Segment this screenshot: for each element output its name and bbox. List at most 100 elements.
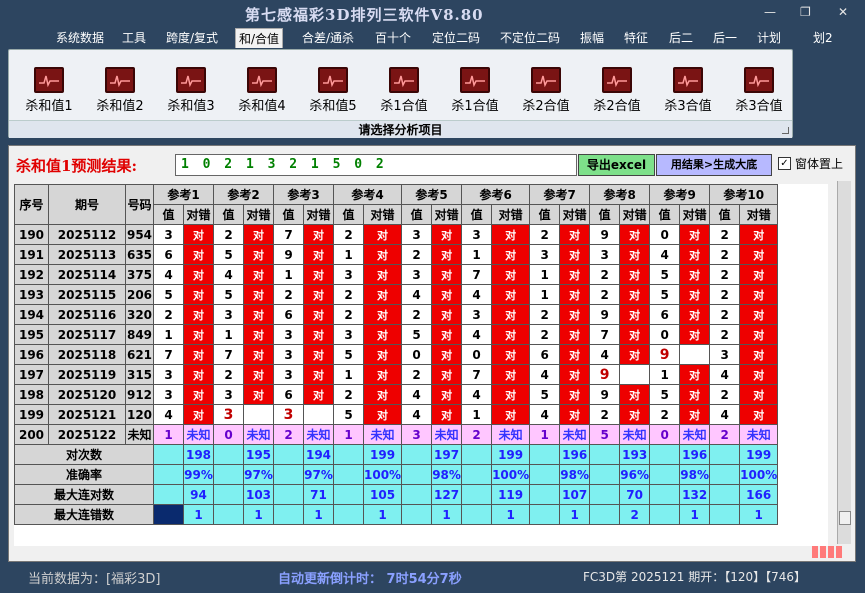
ribbon-expand-icon[interactable]: [782, 127, 789, 134]
table-row[interactable]: 197 2025119 315 3 对 2 对 3 对 1 对 2 对 7 对 4 对 9 1 对 4 对: [14, 364, 779, 385]
table-row[interactable]: 198 2025120 912 3 对 3 对 6 对 2 对 4 对 4 对 5 对 9 对 5 对 2 对: [14, 384, 779, 405]
ref-result-hit: 对: [679, 264, 711, 285]
table-row[interactable]: 192 2025114 375 4 对 4 对 1 对 3 对 3 对 7 对 1 对 2 对 5 对 2 对: [14, 264, 779, 285]
predict-value: 0: [649, 424, 681, 445]
subheader-result: 对错: [679, 204, 711, 225]
menu-diff[interactable]: 合差/通杀: [299, 28, 357, 48]
menu-last2[interactable]: 后二: [666, 28, 696, 48]
latest-issue-status: FC3D第 2025121 期开：【120】【746】: [583, 570, 807, 584]
ref-value: 2: [709, 324, 741, 345]
table-row[interactable]: 199 2025121 120 4 对 3 3 5 对 4 对 1 对 4 对 2 对 2 对 4 对: [14, 404, 779, 425]
subheader-value: 值: [333, 204, 364, 225]
ref-value: 2: [709, 264, 741, 285]
stats-value: 127: [431, 484, 463, 505]
ref-value: 4: [529, 404, 561, 425]
menu-tools[interactable]: 工具: [119, 28, 149, 48]
ref-value: 4: [213, 264, 244, 285]
close-icon[interactable]: ✕: [838, 5, 848, 19]
menu-last1[interactable]: 后一: [710, 28, 740, 48]
tool-button-9[interactable]: 杀2合值: [585, 67, 649, 114]
row-issue: 2025114: [48, 264, 126, 285]
maximize-icon[interactable]: ❐: [800, 5, 811, 19]
ref-value: 4: [461, 384, 493, 405]
menu-amplitude[interactable]: 振幅: [577, 28, 607, 48]
generate-base-button[interactable]: 用结果>生成大底: [656, 154, 772, 176]
vertical-scrollbar[interactable]: [837, 181, 851, 544]
menu-unpos2[interactable]: 不定位二码: [497, 28, 563, 48]
predict-value: 2: [273, 424, 304, 445]
subheader-value: 值: [461, 204, 493, 225]
ref-value: 4: [709, 404, 741, 425]
ref-value: 7: [273, 224, 304, 245]
ref-result-hit: 对: [559, 344, 591, 365]
row-number: 849: [125, 324, 154, 345]
header-ref: 参考6: [461, 184, 531, 205]
ref-value: 1: [461, 404, 493, 425]
ref-result-hit: 对: [431, 364, 463, 385]
ref-value: 9: [273, 244, 304, 265]
menu-plan2[interactable]: 划2: [810, 28, 836, 48]
ref-result-hit: 对: [362, 224, 403, 245]
ref-result-hit: 对: [679, 244, 711, 265]
chart-icon: [744, 67, 774, 93]
ref-result-hit: 对: [739, 324, 779, 345]
menu-span[interactable]: 跨度/复式: [163, 28, 221, 48]
header-number: 号码: [125, 184, 154, 225]
minimize-icon[interactable]: —: [764, 5, 776, 19]
table-row[interactable]: 196 2025118 621 7 对 7 对 3 对 5 对 0 对 0 对 6 对 4 对 9 3 对: [14, 344, 779, 365]
scroll-thumb[interactable]: [839, 511, 851, 525]
stats-row: 最大连错数 1 1 1 1 1 1 1 2 1 1: [14, 504, 779, 525]
tool-button-8[interactable]: 杀2合值: [514, 67, 578, 114]
ref-result-hit: 对: [303, 284, 334, 305]
ref-value: 9: [589, 384, 621, 405]
ref-value: 3: [461, 224, 493, 245]
ref-result-hit: 对: [679, 284, 711, 305]
stats-value: 193: [619, 444, 651, 465]
ref-result-hit: 对: [303, 324, 334, 345]
menu-system-data[interactable]: 系统数据: [53, 28, 107, 48]
prediction-row[interactable]: 200 2025122 未知 1 未知 0 未知 2 未知 1 未知 3 未知 2 未知 1 未知 5 未知 0 未知 2…: [14, 424, 779, 445]
stats-value: 100%: [491, 464, 531, 485]
predict-status: 未知: [243, 424, 274, 445]
menu-plan[interactable]: 计划: [754, 28, 784, 48]
menu-digits[interactable]: 百十个: [372, 28, 414, 48]
export-excel-button[interactable]: 导出excel: [578, 154, 655, 176]
stats-spacer: [649, 484, 681, 505]
prediction-field[interactable]: 1 0 2 1 3 2 1 5 0 2: [175, 154, 577, 176]
tool-button-1[interactable]: 杀和值1: [17, 67, 81, 114]
ref-result-hit: 对: [303, 384, 334, 405]
menu-feature[interactable]: 特征: [621, 28, 651, 48]
table-row[interactable]: 194 2025116 320 2 对 3 对 6 对 2 对 2 对 3 对 2 对 9 对 6 对 2 对: [14, 304, 779, 325]
table-row[interactable]: 190 2025112 954 3 对 2 对 7 对 2 对 3 对 3 对 2 对 9 对 0 对 2 对: [14, 224, 779, 245]
predict-value: 0: [213, 424, 244, 445]
subheader-result: 对错: [362, 204, 403, 225]
ref-result-hit: 对: [183, 224, 214, 245]
tool-button-11[interactable]: 杀3合值: [727, 67, 791, 114]
stats-value: 98%: [559, 464, 591, 485]
table-row[interactable]: 195 2025117 849 1 对 1 对 3 对 3 对 5 对 4 对 2 对 7 对 0 对 2 对: [14, 324, 779, 345]
ref-result-hit: 对: [362, 264, 403, 285]
tool-button-10[interactable]: 杀3合值: [656, 67, 720, 114]
ref-value: 2: [273, 284, 304, 305]
stats-value: 1: [559, 504, 591, 525]
tool-button-2[interactable]: 杀和值2: [88, 67, 152, 114]
stats-value: 132: [679, 484, 711, 505]
tool-button-7[interactable]: 杀1合值: [443, 67, 507, 114]
tool-button-5[interactable]: 杀和值5: [301, 67, 365, 114]
table-row[interactable]: 193 2025115 206 5 对 5 对 2 对 2 对 4 对 4 对 1 对 2 对 5 对 2 对: [14, 284, 779, 305]
row-seq: 191: [14, 244, 49, 265]
tool-button-3[interactable]: 杀和值3: [159, 67, 223, 114]
tool-label: 杀3合值: [664, 99, 712, 114]
ref-value: 1: [649, 364, 681, 385]
menu-sum[interactable]: 和/合值: [235, 28, 284, 48]
ref-value: 2: [333, 304, 364, 325]
ref-value: 2: [529, 304, 561, 325]
tool-button-4[interactable]: 杀和值4: [230, 67, 294, 114]
tool-button-6[interactable]: 杀1合值: [372, 67, 436, 114]
row-seq: 199: [14, 404, 49, 425]
menu-pos2[interactable]: 定位二码: [429, 28, 483, 48]
pin-window-checkbox[interactable]: ✓: [778, 157, 791, 170]
table-row[interactable]: 191 2025113 635 6 对 5 对 9 对 1 对 2 对 1 对 3 对 3 对 4 对 2 对: [14, 244, 779, 265]
subheader-result: 对错: [303, 204, 334, 225]
ref-value: 3: [153, 364, 184, 385]
